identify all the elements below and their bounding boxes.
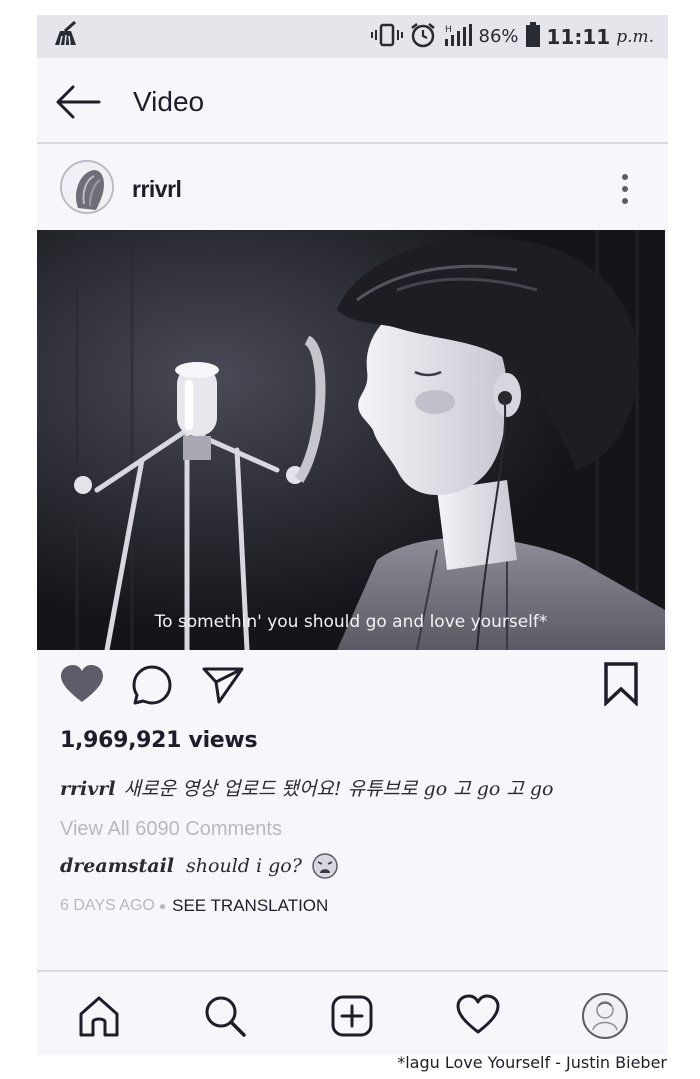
- activity-heart-icon[interactable]: [455, 994, 501, 1041]
- more-options-icon[interactable]: [615, 172, 635, 206]
- bottom-navigation: [37, 970, 668, 1055]
- caption-username[interactable]: rrivrl: [60, 778, 116, 800]
- see-translation-link[interactable]: SEE TRANSLATION: [172, 896, 328, 916]
- video-subtitle: To somethin' you should go and love your…: [154, 612, 548, 632]
- view-all-comments-link[interactable]: View All 6090 Comments: [60, 818, 282, 841]
- home-icon[interactable]: [77, 994, 121, 1043]
- vibrate-icon: [370, 23, 403, 51]
- video-frame-illustration: To somethin' you should go and love your…: [37, 230, 665, 650]
- comment-item: dreamstail should i go?: [60, 853, 338, 879]
- add-post-icon[interactable]: [330, 994, 374, 1043]
- back-arrow-icon[interactable]: [55, 82, 101, 122]
- post-meta: 6 DAYS AGO ● SEE TRANSLATION: [60, 896, 328, 916]
- search-icon[interactable]: [203, 994, 247, 1043]
- signal-icon: H: [443, 23, 473, 51]
- clock-ampm: p.m.: [616, 26, 654, 47]
- time-ago: 6 DAYS AGO: [60, 897, 155, 914]
- clock-time: 11:11: [546, 24, 611, 49]
- song-footnote: *lagu Love Yourself - Justin Bieber: [397, 1053, 667, 1072]
- share-send-icon[interactable]: [201, 665, 245, 710]
- separator-dot: ●: [158, 899, 167, 913]
- bookmark-icon[interactable]: [603, 662, 639, 711]
- view-count: 1,969,921 views: [60, 728, 258, 753]
- battery-percent: 86%: [478, 26, 519, 47]
- comment-text: should i go?: [186, 855, 302, 877]
- post-actions: [37, 650, 668, 720]
- alarm-icon: [409, 22, 437, 52]
- post-header: rrivrl: [37, 146, 668, 230]
- svg-text:H: H: [445, 25, 452, 35]
- video-player[interactable]: To somethin' you should go and love your…: [37, 230, 665, 650]
- post-username[interactable]: rrivrl: [132, 176, 182, 203]
- caption-text: 새로운 영상 업로드 됐어요! 유튜브로 go 고 go 고 go: [123, 778, 554, 800]
- comment-username[interactable]: dreamstail: [60, 855, 174, 877]
- avatar[interactable]: [60, 160, 114, 214]
- top-bar: Video: [37, 58, 668, 144]
- status-bar: H 86% 11:11 p.m.: [37, 15, 668, 58]
- page-title: Video: [133, 86, 205, 117]
- battery-icon: [525, 21, 541, 52]
- cleaner-icon: [51, 20, 81, 52]
- profile-avatar-icon[interactable]: [581, 992, 629, 1045]
- post-caption: rrivrl 새로운 영상 업로드 됐어요! 유튜브로 go 고 go 고 go: [60, 774, 553, 801]
- comment-bubble-icon[interactable]: [131, 664, 173, 711]
- like-heart-icon[interactable]: [59, 664, 105, 709]
- weary-face-emoji-icon: [312, 853, 338, 879]
